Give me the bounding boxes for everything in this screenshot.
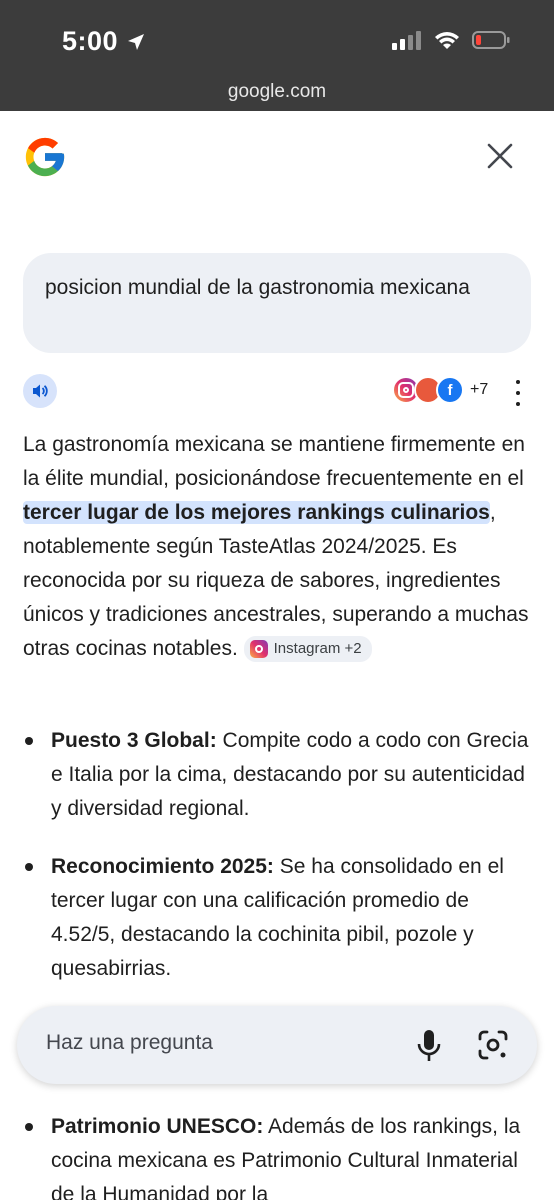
answer-bullet-list-continued: Patrimonio UNESCO: Además de los ranking…	[23, 1110, 533, 1200]
list-item: Reconocimiento 2025: Se ha consolidado e…	[23, 850, 533, 986]
bullet-title: Reconocimiento 2025:	[51, 855, 274, 878]
clock-time: 5:00	[62, 26, 119, 56]
facebook-icon: f	[436, 376, 464, 404]
instagram-icon	[249, 640, 268, 658]
bullet-title: Puesto 3 Global:	[51, 729, 217, 752]
battery-icon	[472, 31, 510, 49]
read-aloud-button[interactable]	[23, 374, 57, 408]
speaker-icon	[33, 384, 48, 398]
more-vert-icon	[516, 380, 520, 384]
list-item: Puesto 3 Global: Compite codo a codo con…	[23, 724, 533, 826]
source-chip[interactable]: Instagram +2	[243, 636, 372, 662]
ask-input-placeholder[interactable]: Haz una pregunta	[46, 1031, 213, 1055]
ai-answer: La gastronomía mexicana se mantiene firm…	[23, 428, 533, 666]
more-options-button[interactable]	[508, 380, 528, 406]
answer-bullet-list: Puesto 3 Global: Compite codo a codo con…	[23, 724, 533, 1010]
cellular-signal-icon	[392, 31, 421, 50]
sources-more-count: +7	[470, 381, 489, 398]
source-chip-label: Instagram +2	[273, 640, 362, 657]
wifi-icon	[435, 32, 459, 49]
answer-text-1: La gastronomía mexicana se mantiene firm…	[23, 433, 525, 490]
close-button[interactable]	[482, 138, 518, 174]
google-lens-icon[interactable]	[476, 1028, 510, 1062]
microphone-icon[interactable]	[415, 1028, 443, 1064]
close-icon	[487, 143, 513, 169]
answer-highlight[interactable]: tercer lugar de los mejores rankings cul…	[23, 501, 490, 524]
ask-followup-box[interactable]: Haz una pregunta	[17, 1006, 537, 1084]
url-bar[interactable]: google.com	[0, 78, 554, 111]
status-bar: 5:00	[0, 0, 554, 78]
google-logo-icon	[25, 137, 65, 177]
clock: 5:00	[62, 26, 146, 57]
bullet-title: Patrimonio UNESCO:	[51, 1115, 264, 1138]
list-item: Patrimonio UNESCO: Además de los ranking…	[23, 1110, 533, 1200]
location-arrow-icon	[128, 33, 145, 50]
query-bubble: posicion mundial de la gastronomia mexic…	[23, 253, 531, 353]
sources-button[interactable]: f +7	[392, 376, 488, 404]
status-icons	[392, 30, 510, 50]
